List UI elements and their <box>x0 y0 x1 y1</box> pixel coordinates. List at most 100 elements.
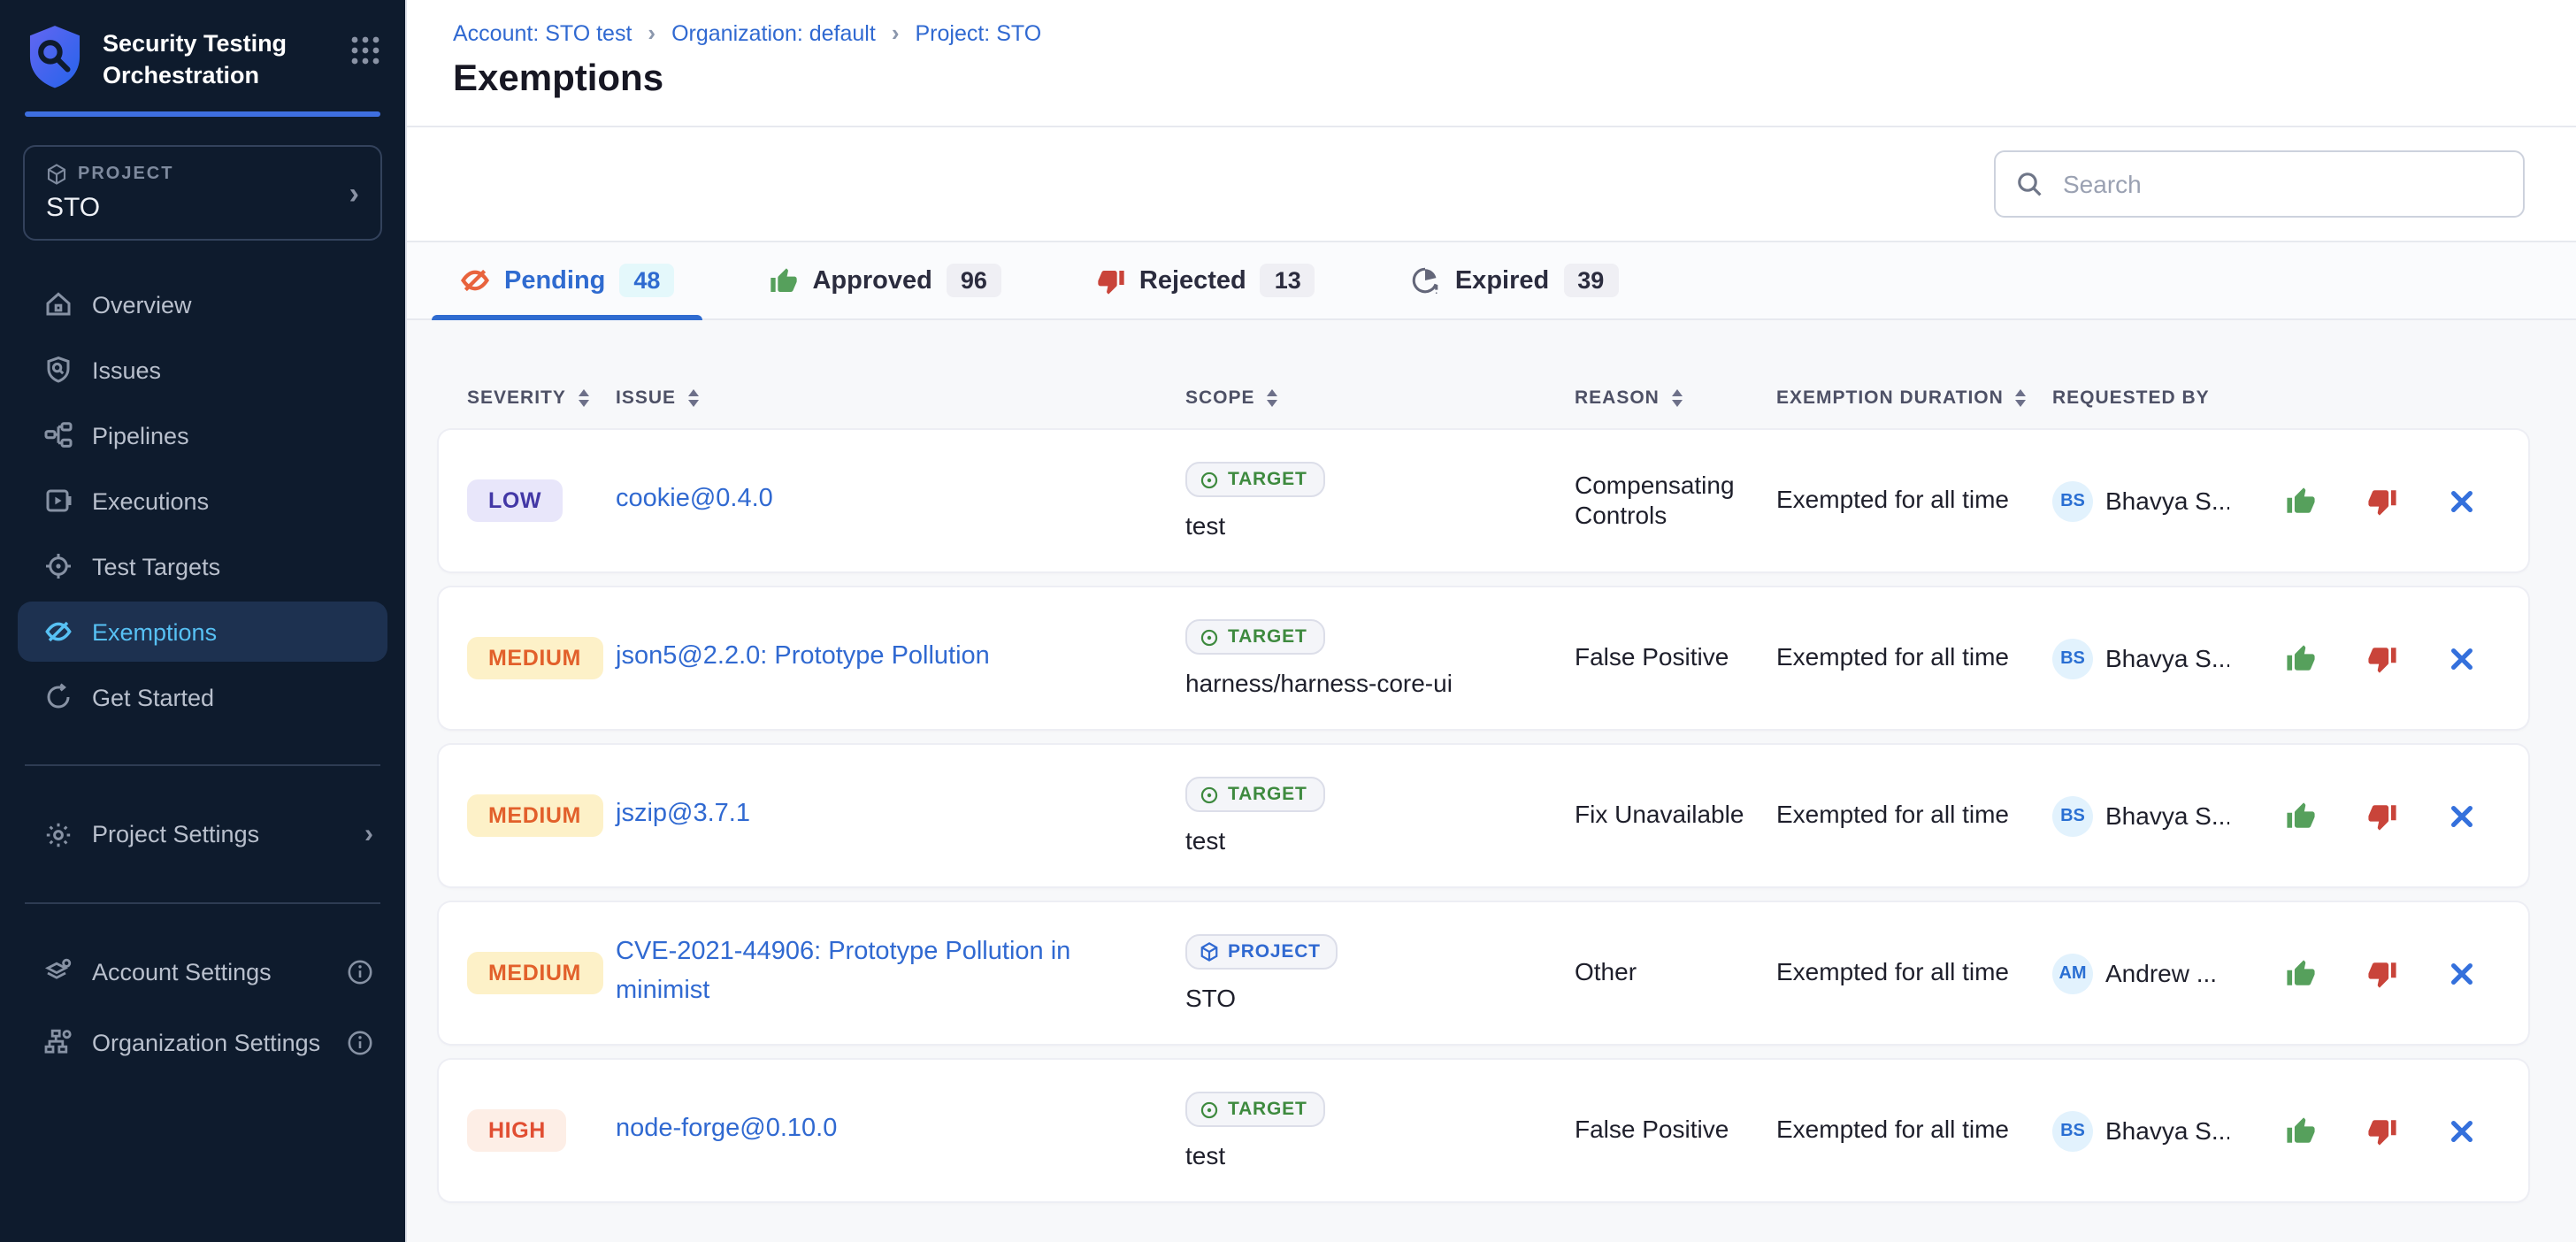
tab-label: Expired <box>1455 266 1549 295</box>
info-icon[interactable] <box>347 958 373 985</box>
project-selector-value: STO <box>46 193 349 223</box>
close-icon <box>2449 802 2475 829</box>
home-icon <box>44 290 73 318</box>
tab-count-badge: 39 <box>1563 264 1618 297</box>
sidebar-item-label: Test Targets <box>92 553 220 579</box>
dismiss-button[interactable] <box>2449 645 2475 671</box>
sidebar-item-label: Exemptions <box>92 618 217 645</box>
sidebar: Security Testing Orchestration PROJECT S… <box>0 0 407 1242</box>
tab-label: Rejected <box>1139 266 1246 295</box>
reject-button[interactable] <box>2367 1116 2397 1146</box>
search-box <box>1994 150 2525 218</box>
thumbs-up-icon <box>2286 643 2316 673</box>
sidebar-item-label: Executions <box>92 487 209 514</box>
reject-button[interactable] <box>2367 958 2397 988</box>
reject-button[interactable] <box>2367 643 2397 673</box>
approve-button[interactable] <box>2286 643 2316 673</box>
breadcrumb-project[interactable]: Project: STO <box>916 20 1042 45</box>
dismiss-button[interactable] <box>2449 960 2475 986</box>
search-input[interactable] <box>2059 168 2503 200</box>
clock-expired-icon <box>1411 265 1441 295</box>
avatar: AM <box>2052 953 2093 993</box>
dismiss-button[interactable] <box>2449 487 2475 514</box>
sidebar-item-account-settings[interactable]: Account Settings <box>18 941 387 1001</box>
approve-button[interactable] <box>2286 801 2316 831</box>
reason-text: Other <box>1575 958 1776 989</box>
column-header-severity[interactable]: SEVERITY <box>467 387 616 409</box>
scope-type-label: TARGET <box>1228 1099 1307 1120</box>
column-header-reason[interactable]: REASON <box>1575 387 1776 409</box>
table-row: MEDIUM json5@2.2.0: Prototype Pollution … <box>439 587 2528 729</box>
target-icon <box>1200 1100 1219 1119</box>
approve-button[interactable] <box>2286 1116 2316 1146</box>
sidebar-item-executions[interactable]: Executions <box>18 471 387 531</box>
table-row: HIGH node-forge@0.10.0 TARGET test False… <box>439 1060 2528 1201</box>
scope-name: test <box>1185 826 1225 855</box>
issue-link[interactable]: CVE-2021-44906: Prototype Pollution in m… <box>616 935 1185 1012</box>
sidebar-item-label: Pipelines <box>92 422 189 448</box>
issue-link[interactable]: cookie@0.4.0 <box>616 481 1185 520</box>
reason-text: False Positive <box>1575 1116 1776 1146</box>
breadcrumb-account[interactable]: Account: STO test <box>453 20 632 45</box>
tab-bar: Pending 48 Approved 96 Rejected 13 <box>407 242 2576 320</box>
sidebar-item-label: Overview <box>92 291 192 318</box>
dismiss-button[interactable] <box>2449 802 2475 829</box>
scope-name: test <box>1185 1141 1225 1169</box>
scope-badge: TARGET <box>1185 777 1325 812</box>
breadcrumb-organization[interactable]: Organization: default <box>671 20 876 45</box>
project-selector[interactable]: PROJECT STO › <box>23 145 382 241</box>
sidebar-item-label: Project Settings <box>92 821 259 847</box>
chevron-right-icon: › <box>364 819 373 849</box>
target-icon <box>1200 627 1219 647</box>
sidebar-item-get-started[interactable]: Get Started <box>18 667 387 727</box>
tab-expired[interactable]: Expired 39 <box>1383 242 1646 318</box>
issue-link[interactable]: jszip@3.7.1 <box>616 796 1185 835</box>
sidebar-item-issues[interactable]: Issues <box>18 340 387 400</box>
sidebar-item-test-targets[interactable]: Test Targets <box>18 536 387 596</box>
pipeline-icon <box>44 421 73 449</box>
severity-badge: MEDIUM <box>467 952 602 994</box>
reason-text: False Positive <box>1575 643 1776 674</box>
sidebar-divider <box>25 902 380 904</box>
sidebar-item-organization-settings[interactable]: Organization Settings <box>18 1012 387 1072</box>
approve-button[interactable] <box>2286 486 2316 516</box>
tab-rejected[interactable]: Rejected 13 <box>1069 242 1344 318</box>
scope-badge: TARGET <box>1185 1092 1325 1127</box>
sidebar-item-exemptions[interactable]: Exemptions <box>18 602 387 662</box>
approve-button[interactable] <box>2286 958 2316 988</box>
sidebar-item-project-settings[interactable]: Project Settings › <box>18 803 387 865</box>
info-icon[interactable] <box>347 1029 373 1055</box>
tab-approved[interactable]: Approved 96 <box>741 242 1029 318</box>
issue-link[interactable]: json5@2.2.0: Prototype Pollution <box>616 639 1185 678</box>
layers-gear-icon <box>44 957 73 985</box>
thumbs-up-icon <box>2286 1116 2316 1146</box>
sidebar-item-overview[interactable]: Overview <box>18 274 387 334</box>
table-row: MEDIUM CVE-2021-44906: Prototype Polluti… <box>439 902 2528 1044</box>
column-header-scope[interactable]: SCOPE <box>1185 387 1575 409</box>
column-header-requested-by: REQUESTED BY <box>2052 387 2229 409</box>
reject-button[interactable] <box>2367 486 2397 516</box>
dismiss-button[interactable] <box>2449 1117 2475 1144</box>
reject-button[interactable] <box>2367 801 2397 831</box>
severity-badge: LOW <box>467 479 563 522</box>
avatar: BS <box>2052 638 2093 678</box>
column-header-issue[interactable]: ISSUE <box>616 387 1185 409</box>
issue-link[interactable]: node-forge@0.10.0 <box>616 1111 1185 1150</box>
sort-icon <box>2016 389 2027 407</box>
requested-by-name: Bhavya S... <box>2105 801 2229 830</box>
requested-by-name: Bhavya S... <box>2105 1116 2229 1145</box>
scope-badge: TARGET <box>1185 462 1325 497</box>
sidebar-item-pipelines[interactable]: Pipelines <box>18 405 387 465</box>
exemptions-table: SEVERITY ISSUE SCOPE REASON EXEMPTION DU… <box>407 320 2576 1242</box>
requested-by-cell: BS Bhavya S... <box>2052 480 2229 521</box>
sidebar-item-label: Issues <box>92 356 161 383</box>
scope-name: STO <box>1185 984 1236 1012</box>
thumbs-up-icon <box>2286 486 2316 516</box>
table-row: MEDIUM jszip@3.7.1 TARGET test Fix Unava… <box>439 745 2528 886</box>
column-header-exemption-duration[interactable]: EXEMPTION DURATION <box>1776 387 2052 409</box>
requested-by-cell: AM Andrew ... <box>2052 953 2229 993</box>
table-header-row: SEVERITY ISSUE SCOPE REASON EXEMPTION DU… <box>439 387 2528 409</box>
sidebar-divider <box>25 764 380 766</box>
tab-pending[interactable]: Pending 48 <box>432 242 702 318</box>
module-grid-icon[interactable] <box>350 35 380 65</box>
